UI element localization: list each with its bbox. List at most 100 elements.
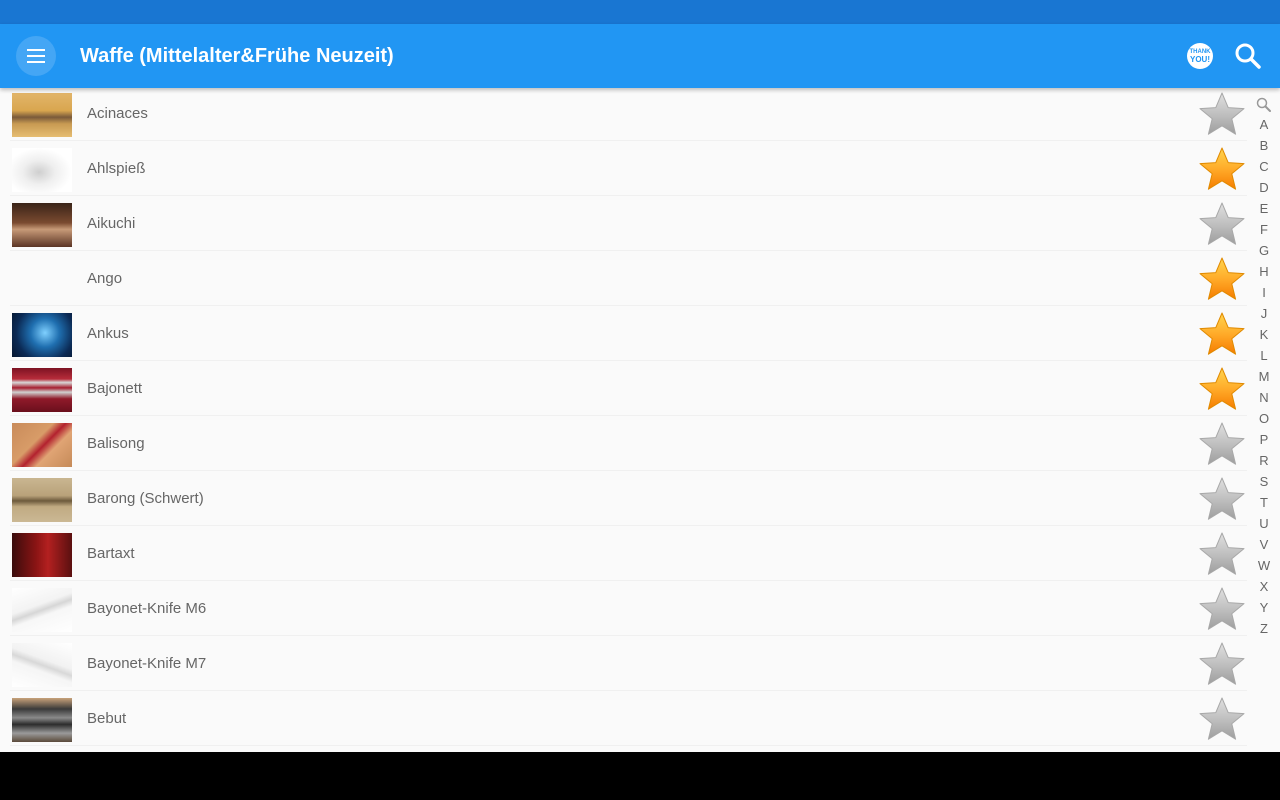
favorite-toggle[interactable]: [1198, 201, 1246, 249]
star-empty-icon: [1199, 587, 1245, 630]
index-letter-u[interactable]: U: [1252, 513, 1276, 534]
item-thumbnail: [12, 533, 72, 577]
index-letter-s[interactable]: S: [1252, 471, 1276, 492]
item-thumbnail: [12, 203, 72, 247]
item-label: Bayonet-Knife M7: [87, 655, 207, 672]
item-label: Bebut: [87, 710, 127, 727]
index-search-button[interactable]: [1252, 96, 1276, 114]
index-letter-c[interactable]: C: [1252, 156, 1276, 177]
index-letter-b[interactable]: B: [1252, 135, 1276, 156]
item-thumbnail: [12, 643, 72, 687]
index-letter-h[interactable]: H: [1252, 261, 1276, 282]
favorite-toggle[interactable]: [1198, 696, 1246, 744]
favorite-toggle[interactable]: [1198, 641, 1246, 689]
item-thumbnail: [12, 368, 72, 412]
favorite-toggle[interactable]: [1198, 366, 1246, 414]
hamburger-menu-icon: [27, 49, 45, 63]
item-label: Bartaxt: [87, 545, 135, 562]
index-letter-r[interactable]: R: [1252, 450, 1276, 471]
favorite-toggle[interactable]: [1198, 751, 1246, 752]
list-item[interactable]: Acinaces: [10, 88, 1247, 141]
item-label: Ango: [87, 270, 123, 287]
thank-you-button[interactable]: THANK YOU!: [1187, 43, 1213, 69]
app-bar: Waffe (Mittelalter&Frühe Neuzeit) THANK …: [0, 24, 1280, 88]
star-filled-icon: [1199, 147, 1245, 190]
list-item[interactable]: Ango: [10, 253, 1247, 306]
item-label: Balisong: [87, 435, 145, 452]
item-thumbnail: [12, 93, 72, 137]
list-item[interactable]: Aikuchi: [10, 198, 1247, 251]
thank-you-bottom-text: YOU!: [1190, 54, 1210, 64]
star-empty-icon: [1199, 697, 1245, 740]
list-item[interactable]: [10, 748, 1247, 752]
favorite-toggle[interactable]: [1198, 531, 1246, 579]
index-letter-w[interactable]: W: [1252, 555, 1276, 576]
item-label: Ahlspieß: [87, 160, 146, 177]
index-letter-n[interactable]: N: [1252, 387, 1276, 408]
star-empty-icon: [1199, 202, 1245, 245]
weapon-list[interactable]: Acinaces Ahlspieß Aikuchi Ango Ankus Baj…: [10, 88, 1247, 752]
list-item[interactable]: Ahlspieß: [10, 143, 1247, 196]
list-item[interactable]: Bebut: [10, 693, 1247, 746]
star-empty-icon: [1199, 477, 1245, 520]
index-letter-e[interactable]: E: [1252, 198, 1276, 219]
favorite-toggle[interactable]: [1198, 421, 1246, 469]
item-thumbnail: [12, 478, 72, 522]
index-letter-p[interactable]: P: [1252, 429, 1276, 450]
item-label: Ankus: [87, 325, 129, 342]
index-letter-z[interactable]: Z: [1252, 618, 1276, 639]
star-empty-icon: [1199, 422, 1245, 465]
item-thumbnail: [12, 588, 72, 632]
app-screen: Waffe (Mittelalter&Frühe Neuzeit) THANK …: [0, 0, 1280, 752]
list-item[interactable]: Bayonet-Knife M6: [10, 583, 1247, 636]
item-label: Aikuchi: [87, 215, 136, 232]
star-empty-icon: [1199, 532, 1245, 575]
star-filled-icon: [1199, 257, 1245, 300]
index-letter-y[interactable]: Y: [1252, 597, 1276, 618]
index-letter-a[interactable]: A: [1252, 114, 1276, 135]
item-thumbnail: [12, 423, 72, 467]
index-letter-m[interactable]: M: [1252, 366, 1276, 387]
list-item[interactable]: Bayonet-Knife M7: [10, 638, 1247, 691]
list-item[interactable]: Ankus: [10, 308, 1247, 361]
index-letter-v[interactable]: V: [1252, 534, 1276, 555]
index-letter-i[interactable]: I: [1252, 282, 1276, 303]
item-thumbnail: [12, 698, 72, 742]
item-thumbnail: [12, 258, 72, 302]
index-letter-o[interactable]: O: [1252, 408, 1276, 429]
star-empty-icon: [1199, 92, 1245, 135]
favorite-toggle[interactable]: [1198, 311, 1246, 359]
alphabet-index[interactable]: ABCDEFGHIJKLMNOPRSTUVWXYZ: [1252, 96, 1276, 639]
item-thumbnail: [12, 148, 72, 192]
star-filled-icon: [1199, 312, 1245, 355]
item-label: Barong (Schwert): [87, 490, 204, 507]
index-letter-g[interactable]: G: [1252, 240, 1276, 261]
index-letter-x[interactable]: X: [1252, 576, 1276, 597]
favorite-toggle[interactable]: [1198, 476, 1246, 524]
index-letter-k[interactable]: K: [1252, 324, 1276, 345]
list-item[interactable]: Balisong: [10, 418, 1247, 471]
item-thumbnail: [12, 313, 72, 357]
index-letter-f[interactable]: F: [1252, 219, 1276, 240]
index-letter-d[interactable]: D: [1252, 177, 1276, 198]
favorite-toggle[interactable]: [1198, 256, 1246, 304]
index-letter-j[interactable]: J: [1252, 303, 1276, 324]
list-item[interactable]: Bartaxt: [10, 528, 1247, 581]
item-label: Bajonett: [87, 380, 143, 397]
list-item[interactable]: Barong (Schwert): [10, 473, 1247, 526]
list-item[interactable]: Bajonett: [10, 363, 1247, 416]
favorite-toggle[interactable]: [1198, 91, 1246, 139]
menu-button[interactable]: [16, 36, 56, 76]
page-title: Waffe (Mittelalter&Frühe Neuzeit): [80, 45, 394, 67]
favorite-toggle[interactable]: [1198, 146, 1246, 194]
item-label: Bayonet-Knife M6: [87, 600, 207, 617]
star-empty-icon: [1199, 642, 1245, 685]
favorite-toggle[interactable]: [1198, 586, 1246, 634]
star-filled-icon: [1199, 367, 1245, 410]
magnifier-icon: [1256, 97, 1271, 112]
index-letter-t[interactable]: T: [1252, 492, 1276, 513]
search-button[interactable]: [1232, 40, 1264, 72]
search-icon: [1235, 43, 1261, 69]
star-empty-icon: [1198, 751, 1246, 752]
index-letter-l[interactable]: L: [1252, 345, 1276, 366]
